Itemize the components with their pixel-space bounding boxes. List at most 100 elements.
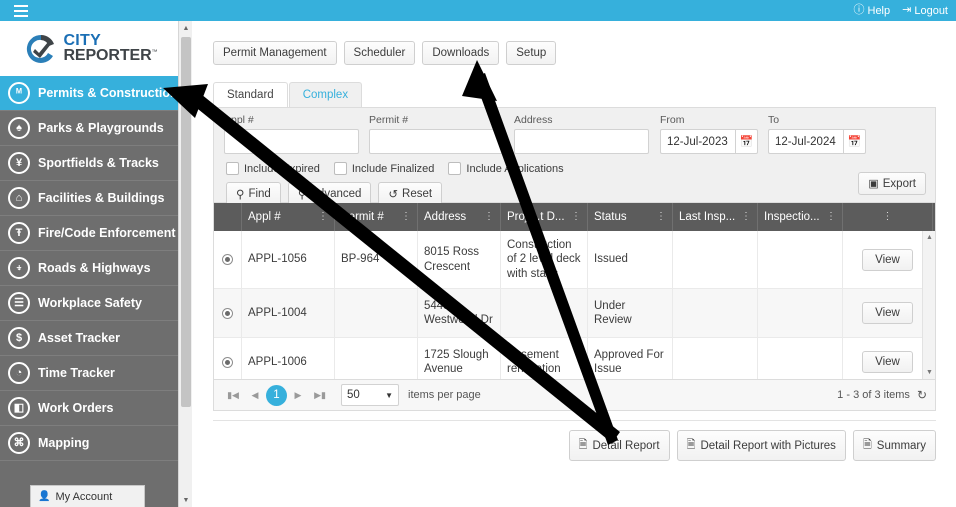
first-page-icon[interactable]: ▮◀ (222, 384, 244, 406)
scroll-down-icon[interactable]: ▼ (179, 493, 193, 507)
date-to-input[interactable] (768, 129, 843, 154)
sidebar-item-sportfields-tracks[interactable]: ¥Sportfields & Tracks (0, 146, 178, 181)
table-row[interactable]: APPL-10045443 Westwood DrUnder ReviewVie… (214, 289, 935, 338)
checkbox-box[interactable] (448, 162, 461, 175)
vertical-dots-icon[interactable]: ⋮ (656, 212, 666, 222)
grid-scroll-up-icon[interactable]: ▲ (923, 231, 936, 244)
page-size-select[interactable]: 50 ▼ (341, 384, 399, 406)
view-button[interactable]: View (862, 351, 913, 373)
last-page-icon[interactable]: ▶▮ (309, 384, 331, 406)
excel-export-icon: ▣ (868, 177, 878, 190)
row-radio-button[interactable] (222, 357, 233, 368)
appl-input[interactable] (224, 129, 359, 154)
vertical-dots-icon[interactable]: ⋮ (484, 212, 494, 222)
my-account-button[interactable]: 👤 My Account (30, 485, 145, 507)
grid-header-inspection[interactable]: Inspectio... ⋮ (758, 203, 843, 231)
sidebar-item-facilities-buildings[interactable]: ⌂Facilities & Buildings (0, 181, 178, 216)
hamburger-menu-icon[interactable] (6, 0, 36, 21)
checkbox-include-expired[interactable]: Include Expired (226, 162, 320, 175)
advanced-label: Advanced (310, 188, 361, 200)
prev-page-icon[interactable]: ◀ (244, 384, 266, 406)
grid-header-last_insp[interactable]: Last Insp...⋮ (673, 203, 758, 231)
chevron-down-icon: ▼ (385, 391, 393, 400)
view-button[interactable]: View (862, 249, 913, 271)
sidebar-item-roads-highways[interactable]: ⍖Roads & Highways (0, 251, 178, 286)
sidebar-item-mapping[interactable]: ⌘Mapping (0, 426, 178, 461)
setup-button[interactable]: Setup (506, 41, 556, 65)
grid-header-status[interactable]: Status⋮ (588, 203, 673, 231)
vertical-dots-icon[interactable]: ⋮ (318, 212, 328, 222)
top-bar: ⓘ Help ⇥ Logout (0, 0, 956, 21)
downloads-button[interactable]: Downloads (422, 41, 499, 65)
sidebar-item-parks-playgrounds[interactable]: ♠Parks & Playgrounds (0, 111, 178, 146)
city-reporter-checkmark-logo (24, 32, 58, 66)
vertical-dots-icon[interactable]: ⋮ (571, 212, 581, 222)
vertical-dots-icon[interactable]: ⋮ (826, 212, 836, 222)
grid-header-select[interactable] (214, 203, 242, 231)
table-row[interactable]: APPL-1056BP-9648015 Ross CrescentConstru… (214, 231, 935, 289)
field-date-to: To 📅 (768, 114, 866, 154)
sidebar-item-workplace-safety[interactable]: ☰Workplace Safety (0, 286, 178, 321)
sidebar-item-time-tracker[interactable]: ◔Time Tracker (0, 356, 178, 391)
next-page-icon[interactable]: ▶ (287, 384, 309, 406)
checkbox-box[interactable] (334, 162, 347, 175)
grid-scrollbar[interactable]: ▲ ▼ (922, 231, 935, 379)
grid-scroll-down-icon[interactable]: ▼ (923, 366, 936, 379)
scheduler-button[interactable]: Scheduler (344, 41, 416, 65)
vertical-dots-icon[interactable]: ⋮ (741, 212, 751, 222)
calendar-icon[interactable]: 📅 (843, 129, 866, 154)
scrollbar-thumb[interactable] (181, 37, 191, 407)
row-select-cell[interactable] (214, 338, 242, 379)
logout-button[interactable]: ⇥ Logout (902, 5, 948, 17)
calendar-icon[interactable]: 📅 (735, 129, 758, 154)
row-select-cell[interactable] (214, 231, 242, 288)
address-input[interactable] (514, 129, 649, 154)
refresh-icon[interactable]: ↻ (917, 388, 927, 402)
sidebar-item-fire-code-enforcement[interactable]: ŦFire/Code Enforcement (0, 216, 178, 251)
scroll-up-icon[interactable]: ▲ (179, 21, 193, 35)
sidebar-item-permits-construction[interactable]: ᴹPermits & Construction (0, 76, 178, 111)
facility-icon: ⌂ (8, 187, 30, 209)
sidebar-nav: ᴹPermits & Construction♠Parks & Playgrou… (0, 76, 178, 461)
checkbox-box[interactable] (226, 162, 239, 175)
grid-header-address[interactable]: Address⋮ (418, 203, 501, 231)
row-select-cell[interactable] (214, 289, 242, 337)
date-from-input[interactable] (660, 129, 735, 154)
summary-button[interactable]: 🗎Summary (853, 430, 936, 461)
detail-report-button[interactable]: 🗎Detail Report (569, 430, 670, 461)
brand-line-2: REPORTER (63, 47, 151, 64)
permit-management-button[interactable]: Permit Management (213, 41, 337, 65)
view-button[interactable]: View (862, 302, 913, 324)
grid-header-label: Permit # (341, 211, 384, 223)
report-button-label: Detail Report with Pictures (700, 440, 836, 452)
help-button[interactable]: ⓘ Help (854, 5, 891, 17)
row-radio-button[interactable] (222, 254, 233, 265)
sidebar-scrollbar[interactable]: ▲ ▼ (178, 21, 192, 507)
module-toolbar: Permit Management SchedulerDownloads Setup (193, 21, 956, 65)
vertical-dots-icon[interactable]: ⋮ (401, 212, 411, 222)
detail-report-with-pictures-button[interactable]: 🗎Detail Report with Pictures (677, 430, 846, 461)
map-pin-icon: ⌘ (8, 432, 30, 454)
permit-input[interactable] (369, 129, 504, 154)
page-number-1[interactable]: 1 (266, 385, 287, 406)
money-hand-icon: $ (8, 327, 30, 349)
grid-header-label: Inspectio... (764, 211, 820, 223)
item-range-label: 1 - 3 of 3 items (837, 389, 910, 401)
checkbox-include-applications[interactable]: Include Applications (448, 162, 563, 175)
vertical-dots-icon[interactable]: ⋮ (883, 212, 893, 222)
grid-header-appl[interactable]: Appl #⋮ (242, 203, 335, 231)
tab-complex[interactable]: Complex (289, 82, 362, 107)
grid-header-project[interactable]: Proje..t D...⋮ (501, 203, 588, 231)
sidebar-item-asset-tracker[interactable]: $ Asset Tracker (0, 321, 178, 356)
tab-standard[interactable]: Standard (213, 82, 288, 107)
sidebar-item-label: Workplace Safety (38, 296, 142, 310)
sidebar-item-label: Asset Tracker (38, 331, 120, 345)
grid-header-view[interactable]: ⋮ (843, 203, 933, 231)
sidebar-item-work-orders[interactable]: ◧Work Orders (0, 391, 178, 426)
export-button[interactable]: ▣ Export (858, 172, 926, 195)
search-fields-row: Appl # Permit # Address From 📅 (214, 108, 935, 154)
row-radio-button[interactable] (222, 308, 233, 319)
checkbox-include-finalized[interactable]: Include Finalized (334, 162, 435, 175)
grid-header-permit[interactable]: Permit # ⋮ (335, 203, 418, 231)
table-row[interactable]: APPL-10061725 Slough AvenueBasement reno… (214, 338, 935, 379)
